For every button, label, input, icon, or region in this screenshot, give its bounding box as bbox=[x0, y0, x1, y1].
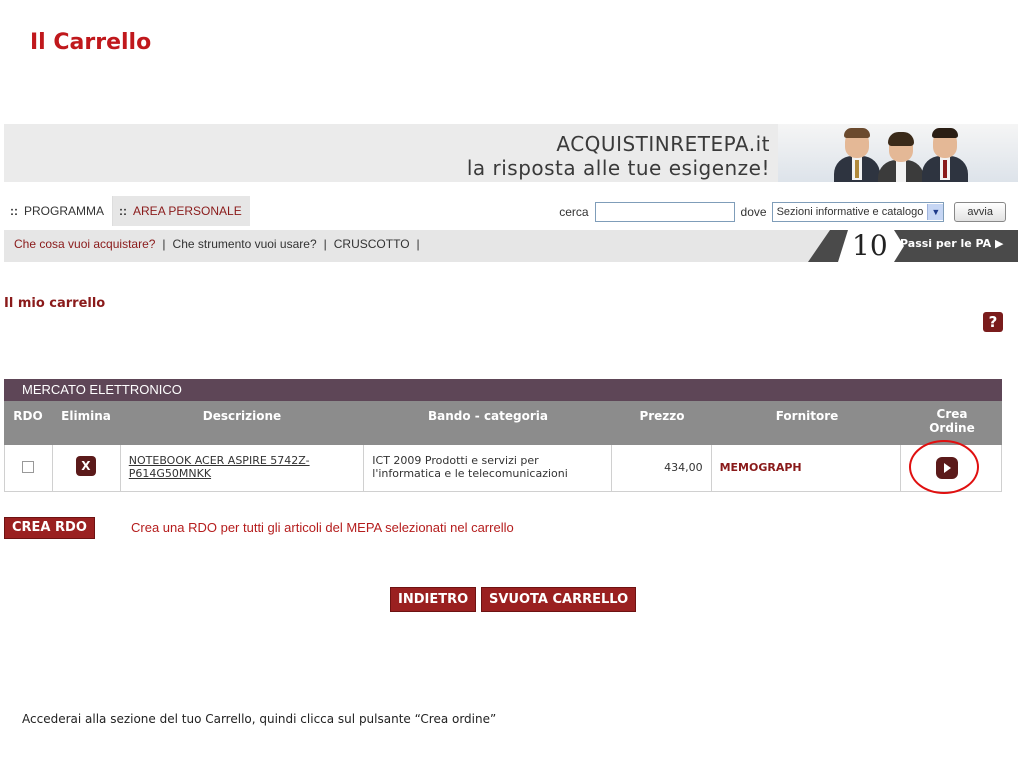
search-input[interactable] bbox=[594, 202, 735, 222]
back-button[interactable]: INDIETRO bbox=[390, 587, 477, 612]
slide-caption: Accederai alla sezione del tuo Carrello,… bbox=[22, 712, 497, 726]
product-description-link[interactable]: NOTEBOOK ACER ASPIRE 5742Z-P614G50MNKK bbox=[129, 454, 349, 480]
scope-select-value: Sezioni informative e catalogo bbox=[776, 206, 924, 218]
column-header-fornitore: Fornitore bbox=[775, 409, 839, 423]
page-title: Il Carrello bbox=[30, 30, 152, 55]
person-figure bbox=[878, 132, 924, 182]
table-section-title: MERCATO ELETTRONICO bbox=[4, 379, 1002, 401]
passi-label: Passi per le PA ▶ bbox=[900, 230, 1003, 258]
tab-area-personale[interactable]: :: AREA PERSONALE bbox=[113, 196, 250, 226]
supplier-text: MEMOGRAPH bbox=[719, 461, 802, 474]
scope-label: dove bbox=[740, 205, 767, 219]
tab-bullet: :: bbox=[10, 204, 18, 218]
column-header-crea-ordine: Crea Ordine bbox=[929, 407, 975, 435]
passi-label-text: Passi per le PA bbox=[900, 237, 992, 250]
cart-heading: Il mio carrello bbox=[4, 296, 106, 311]
subnav-links: Che cosa vuoi acquistare? | Che strumento … bbox=[14, 230, 427, 258]
subnav-separator: | bbox=[416, 237, 420, 251]
rdo-checkbox[interactable] bbox=[22, 461, 34, 473]
banner-people-image bbox=[778, 124, 1018, 182]
subnav-link-strumento[interactable]: Che strumento vuoi usare? bbox=[173, 237, 317, 251]
column-header-prezzo: Prezzo bbox=[639, 409, 685, 423]
sub-navigation: Che cosa vuoi acquistare? | Che strumento … bbox=[4, 230, 1018, 262]
column-header-elimina: Elimina bbox=[61, 409, 111, 423]
help-icon[interactable]: ? bbox=[983, 312, 1003, 332]
passi-number: 10 bbox=[852, 229, 888, 262]
column-header-bando: Bando - categoria bbox=[427, 409, 548, 423]
chevron-down-icon[interactable]: ▼ bbox=[927, 204, 944, 220]
search-label: cerca bbox=[559, 205, 589, 219]
passi-pa-banner[interactable]: 10 Passi per le PA ▶ bbox=[808, 230, 1018, 262]
tab-label-link[interactable]: AREA PERSONALE bbox=[133, 204, 242, 218]
crea-rdo-button[interactable]: CREA RDO bbox=[4, 517, 95, 539]
bando-category-text: ICT 2009 Prodotti e servizi per l'inform… bbox=[372, 454, 568, 480]
price-text: 434,00 bbox=[664, 461, 703, 474]
site-banner: ACQUISTINRETEPA.it la risposta alle tue … bbox=[4, 124, 1018, 182]
cell-rdo bbox=[5, 445, 53, 491]
crea-rdo-description: Crea una RDO per tutti gli articoli del … bbox=[131, 520, 514, 535]
column-header-rdo: RDO bbox=[13, 409, 43, 423]
delete-item-button[interactable]: X bbox=[75, 456, 96, 476]
cell-bando: ICT 2009 Prodotti e servizi per l'inform… bbox=[364, 445, 612, 491]
search-area: cerca dove Sezioni informative e catalog… bbox=[559, 202, 1006, 222]
scope-select[interactable]: Sezioni informative e catalogo ▼ bbox=[771, 202, 945, 222]
empty-cart-button[interactable]: SVUOTA CARRELLO bbox=[481, 587, 637, 612]
cell-elimina: X bbox=[53, 445, 121, 491]
table-row: X NOTEBOOK ACER ASPIRE 5742Z-P614G50MNKK… bbox=[4, 445, 1002, 492]
cart-table: MERCATO ELETTRONICO RDO Elimina Descrizi… bbox=[4, 379, 1002, 492]
top-navigation: :: PROGRAMMA :: AREA PERSONALE cerca dove … bbox=[4, 196, 1018, 226]
nav-tabs: :: PROGRAMMA :: AREA PERSONALE bbox=[4, 196, 250, 226]
cell-descrizione: NOTEBOOK ACER ASPIRE 5742Z-P614G50MNKK bbox=[121, 445, 365, 491]
tab-bullet: :: bbox=[119, 204, 128, 218]
subnav-separator: | bbox=[162, 237, 166, 251]
cell-fornitore: MEMOGRAPH bbox=[712, 445, 902, 491]
tab-label: PROGRAMMA bbox=[24, 204, 105, 218]
subnav-link-acquistare[interactable]: Che cosa vuoi acquistare? bbox=[14, 237, 155, 251]
banner-brand: ACQUISTINRETEPA.it bbox=[556, 132, 770, 156]
tab-programma[interactable]: :: PROGRAMMA bbox=[4, 196, 114, 226]
cell-prezzo: 434,00 bbox=[612, 445, 712, 491]
person-figure bbox=[922, 128, 968, 182]
subnav-link-cruscotto[interactable]: CRUSCOTTO bbox=[334, 237, 410, 251]
subnav-separator: | bbox=[323, 237, 327, 251]
highlight-annotation-circle bbox=[909, 440, 979, 494]
banner-tagline: la risposta alle tue esigenze! bbox=[466, 156, 770, 180]
table-header: RDO Elimina Descrizione Bando - categori… bbox=[4, 401, 1002, 445]
column-header-descrizione: Descrizione bbox=[202, 409, 282, 423]
avvia-button[interactable]: avvia bbox=[954, 202, 1006, 222]
chevron-right-icon: ▶ bbox=[994, 237, 1004, 250]
person-figure bbox=[834, 128, 880, 182]
